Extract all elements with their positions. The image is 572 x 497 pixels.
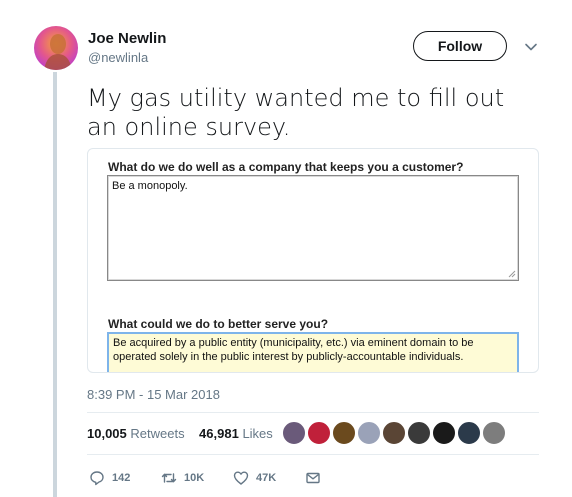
follow-button[interactable]: Follow [413,31,507,61]
tweet-media[interactable]: What do we do well as a company that kee… [87,148,539,373]
avatar[interactable] [34,26,78,70]
author-name[interactable]: Joe Newlin [88,30,166,47]
author-handle[interactable]: @newlinla [88,50,148,65]
thread-line [53,72,57,497]
liker-avatar[interactable] [332,421,356,445]
tweet-text: My gas utility wanted me to fill out an … [87,84,505,141]
retweets-label: Retweets [130,426,185,441]
liker-avatar[interactable] [282,421,306,445]
liker-avatar[interactable] [482,421,506,445]
envelope-icon [306,472,320,484]
likes-count: 46,981 [199,426,239,441]
resize-grip-icon [508,270,516,278]
reply-button[interactable]: 142 [89,468,130,488]
survey-answer-1-text: Be a monopoly. [112,180,188,192]
chevron-down-icon[interactable] [522,38,540,56]
likes-stat[interactable]: 46,981 Likes [199,426,273,441]
direct-message-button[interactable] [305,468,321,488]
liker-avatar[interactable] [307,421,331,445]
survey-question-1: What do we do well as a company that kee… [108,160,464,174]
like-button[interactable]: 47K [233,468,276,488]
retweets-count: 10,005 [87,426,127,441]
retweet-icon [161,473,177,483]
heart-icon [233,471,249,485]
survey-answer-2: Be acquired by a public entity (municipa… [107,332,519,372]
liker-avatar[interactable] [457,421,481,445]
liker-avatar[interactable] [357,421,381,445]
retweets-stat[interactable]: 10,005 Retweets [87,426,185,441]
liker-avatar[interactable] [432,421,456,445]
likes-label: Likes [242,426,273,441]
liker-avatar[interactable] [382,421,406,445]
survey-answer-2-text: Be acquired by a public entity (municipa… [113,337,474,363]
like-count: 47K [256,472,277,484]
retweet-button[interactable]: 10K [161,468,204,488]
divider [87,454,539,455]
engagement-stats: 10,005 Retweets 46,981 Likes [87,426,273,441]
tweet-timestamp[interactable]: 8:39 PM - 15 Mar 2018 [87,387,220,402]
avatar-image [34,26,78,70]
reply-count: 142 [112,472,131,484]
reply-icon [90,471,104,486]
survey-question-2: What could we do to better serve you? [108,317,329,331]
divider [87,412,539,413]
survey-answer-1: Be a monopoly. [107,175,519,281]
liker-avatar[interactable] [407,421,431,445]
retweet-count: 10K [184,472,205,484]
